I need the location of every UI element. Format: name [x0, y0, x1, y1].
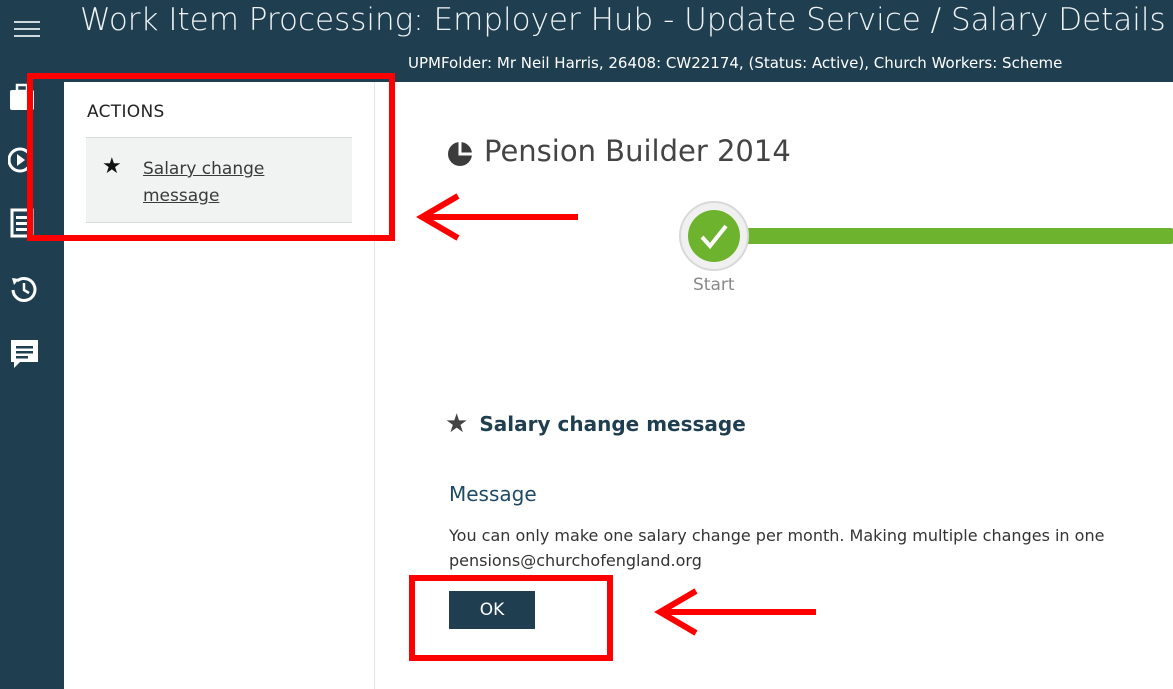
start-step-check-icon[interactable]: [678, 200, 750, 272]
menu-icon[interactable]: [12, 14, 42, 44]
highlight-box-actions: [27, 73, 395, 241]
annotation-arrow-actions: [416, 193, 578, 241]
chat-icon[interactable]: [8, 336, 44, 372]
page-title: Work Item Processing: Employer Hub - Upd…: [80, 2, 1166, 38]
section-heading: ★ Salary change message: [445, 409, 746, 439]
highlight-box-ok: [409, 575, 613, 661]
annotation-arrow-ok: [654, 588, 816, 636]
history-icon[interactable]: [8, 272, 44, 308]
star-icon: ★: [445, 409, 469, 439]
message-line-2: pensions@churchofengland.org: [449, 551, 702, 570]
pension-builder-icon: [448, 142, 472, 166]
message-body: You can only make one salary change per …: [449, 523, 1169, 573]
progress-bar: [744, 228, 1173, 244]
message-label: Message: [449, 482, 537, 506]
app-header: Work Item Processing: Employer Hub - Upd…: [0, 0, 1173, 82]
section-title: Salary change message: [479, 412, 746, 436]
process-title: Pension Builder 2014: [484, 134, 791, 168]
message-line-1: You can only make one salary change per …: [449, 526, 1105, 545]
folder-breadcrumb: UPMFolder: Mr Neil Harris, 26408: CW2217…: [408, 54, 1063, 72]
start-step-label: Start: [693, 275, 735, 295]
